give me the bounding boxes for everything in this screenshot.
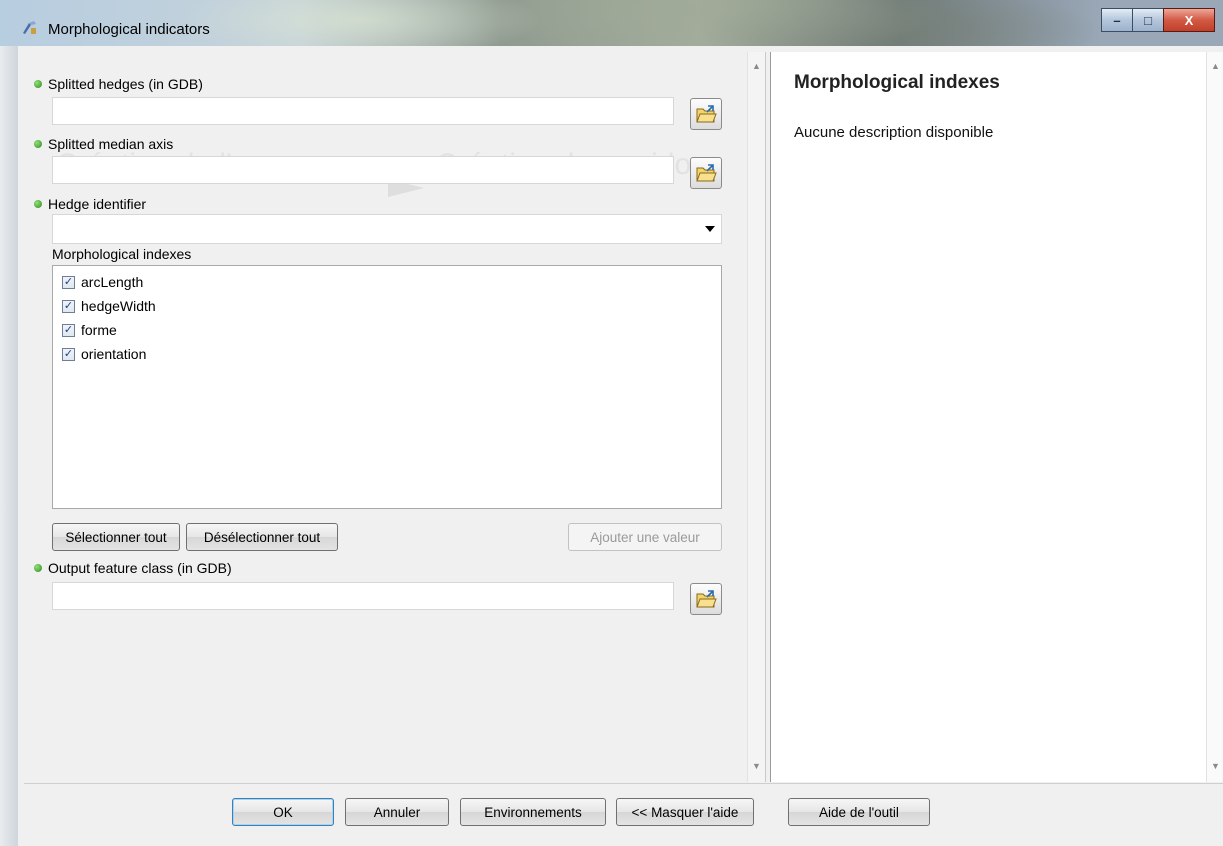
list-item[interactable]: ✓ arcLength bbox=[62, 272, 143, 292]
tool-help-button[interactable]: Aide de l'outil bbox=[788, 798, 930, 826]
cancel-button[interactable]: Annuler bbox=[345, 798, 449, 826]
splitted-hedges-input[interactable] bbox=[52, 97, 674, 125]
maximize-button[interactable]: □ bbox=[1132, 8, 1164, 32]
browse-splitted-hedges-button[interactable] bbox=[690, 98, 722, 130]
ok-button[interactable]: OK bbox=[232, 798, 334, 826]
hedge-identifier-label: Hedge identifier bbox=[34, 196, 146, 212]
help-title: Morphological indexes bbox=[794, 72, 1000, 93]
select-all-button[interactable]: Sélectionner tout bbox=[52, 523, 180, 551]
toolbox-icon bbox=[23, 21, 36, 34]
list-item[interactable]: ✓ forme bbox=[62, 320, 117, 340]
chevron-down-icon[interactable] bbox=[705, 226, 715, 232]
parameters-scrollbar[interactable]: ▲ ▼ bbox=[747, 52, 765, 782]
folder-open-icon bbox=[696, 164, 717, 182]
environments-button[interactable]: Environnements bbox=[460, 798, 606, 826]
minimize-button[interactable]: – bbox=[1101, 8, 1133, 32]
morphological-indexes-label: Morphological indexes bbox=[52, 246, 192, 262]
morphological-indexes-list[interactable]: ✓ arcLength ✓ hedgeWidth ✓ forme ✓ orien… bbox=[52, 265, 722, 509]
required-dot-icon bbox=[34, 564, 42, 572]
close-icon: X bbox=[1184, 12, 1194, 28]
scroll-down-icon[interactable]: ▼ bbox=[1207, 758, 1223, 775]
minimize-icon: – bbox=[1113, 12, 1121, 28]
tool-dialog-window: Morphological indicators – □ X ▲ ▼ Créat… bbox=[0, 0, 1223, 846]
folder-open-icon bbox=[696, 590, 717, 608]
list-item[interactable]: ✓ orientation bbox=[62, 344, 146, 364]
required-dot-icon bbox=[34, 80, 42, 88]
deselect-all-button[interactable]: Désélectionner tout bbox=[186, 523, 338, 551]
scroll-down-icon[interactable]: ▼ bbox=[748, 758, 765, 775]
list-item[interactable]: ✓ hedgeWidth bbox=[62, 296, 156, 316]
checkbox-checked-icon[interactable]: ✓ bbox=[62, 347, 75, 361]
required-dot-icon bbox=[34, 140, 42, 148]
splitted-hedges-label: Splitted hedges (in GDB) bbox=[34, 76, 203, 92]
hedge-identifier-dropdown[interactable] bbox=[52, 214, 722, 244]
scroll-up-icon[interactable]: ▲ bbox=[748, 58, 765, 75]
checkbox-checked-icon[interactable]: ✓ bbox=[62, 299, 75, 313]
window-left-border bbox=[0, 46, 18, 846]
checkbox-checked-icon[interactable]: ✓ bbox=[62, 323, 75, 337]
checkbox-checked-icon[interactable]: ✓ bbox=[62, 275, 75, 289]
help-panel: ▲ ▼ bbox=[770, 52, 1223, 782]
maximize-icon: □ bbox=[1144, 12, 1152, 28]
required-dot-icon bbox=[34, 200, 42, 208]
splitted-median-axis-label: Splitted median axis bbox=[34, 136, 173, 152]
window-controls: – □ X bbox=[1101, 8, 1215, 32]
close-button[interactable]: X bbox=[1163, 8, 1215, 32]
title-bar[interactable]: Morphological indicators – □ X bbox=[0, 0, 1223, 46]
hide-help-button[interactable]: << Masquer l'aide bbox=[616, 798, 754, 826]
splitted-median-axis-input[interactable] bbox=[52, 156, 674, 184]
help-description: Aucune description disponible bbox=[794, 124, 994, 141]
scroll-up-icon[interactable]: ▲ bbox=[1207, 58, 1223, 75]
folder-open-icon bbox=[696, 105, 717, 123]
browse-splitted-median-axis-button[interactable] bbox=[690, 157, 722, 189]
output-feature-class-input[interactable] bbox=[52, 582, 674, 610]
browse-output-feature-class-button[interactable] bbox=[690, 583, 722, 615]
output-feature-class-label: Output feature class (in GDB) bbox=[34, 560, 232, 576]
add-value-button[interactable]: Ajouter une valeur bbox=[568, 523, 722, 551]
help-scrollbar[interactable]: ▲ ▼ bbox=[1206, 52, 1223, 782]
window-title: Morphological indicators bbox=[48, 21, 210, 38]
